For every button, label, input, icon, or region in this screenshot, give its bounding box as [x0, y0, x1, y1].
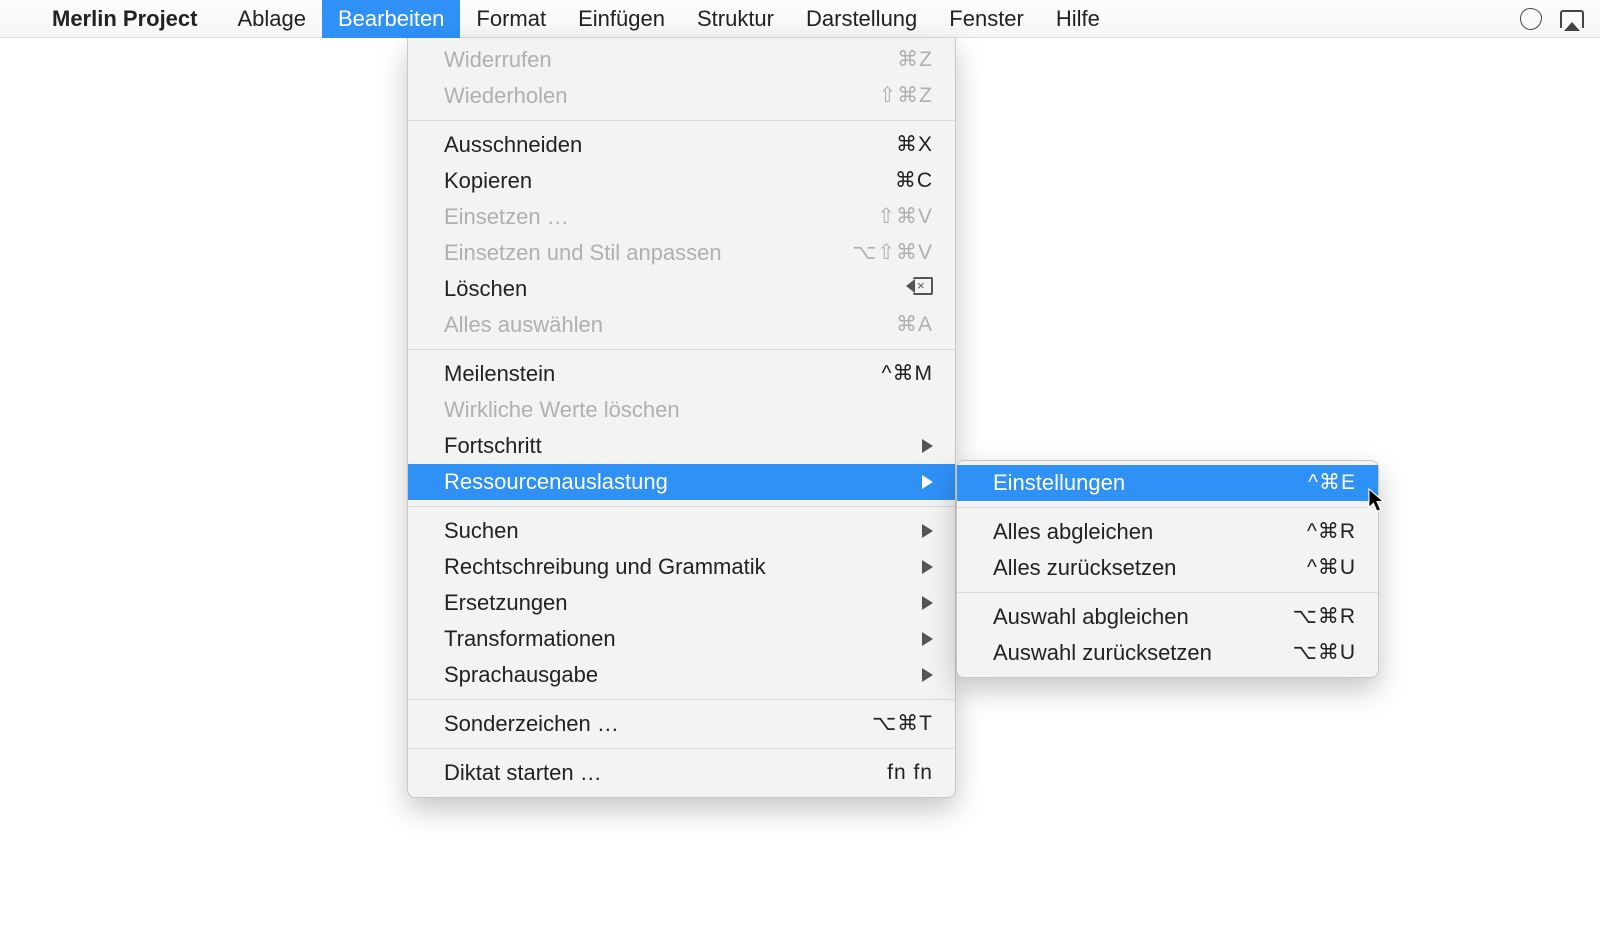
menu-item-label: Alles abgleichen [993, 517, 1238, 547]
menu-item-shortcut: × [839, 274, 933, 304]
menu-item-shortcut: ^⌘U [1262, 553, 1356, 583]
menu-item-label: Ressourcenauslastung [444, 467, 796, 497]
menu-separator [957, 592, 1378, 593]
app-name[interactable]: Merlin Project [52, 6, 197, 32]
menu-item-label: Löschen [444, 274, 815, 304]
menu-item-label: Einstellungen [993, 468, 1238, 498]
edit-menu-item-widerrufen: Widerrufen ⌘Z [408, 42, 955, 78]
menu-item-label: Meilenstein [444, 359, 815, 389]
menubar-item-ablage[interactable]: Ablage [221, 0, 322, 38]
edit-menu-item-ersetzungen[interactable]: Ersetzungen [408, 585, 955, 621]
menu-item-label: Kopieren [444, 166, 815, 196]
edit-menu-item-diktat-starten[interactable]: Diktat starten … fn fn [408, 755, 955, 791]
menu-item-label: Widerrufen [444, 45, 815, 75]
chevron-right-icon [922, 475, 933, 489]
ressourcenauslastung-submenu: Einstellungen^⌘EAlles abgleichen^⌘RAlles… [956, 460, 1379, 678]
airplay-icon[interactable] [1560, 10, 1584, 28]
menu-separator [408, 699, 955, 700]
edit-menu-item-kopieren[interactable]: Kopieren ⌘C [408, 163, 955, 199]
menu-item-shortcut: ⌘X [839, 130, 933, 160]
menubar-item-bearbeiten[interactable]: Bearbeiten [322, 0, 460, 38]
edit-menu-item-ausschneiden[interactable]: Ausschneiden ⌘X [408, 127, 955, 163]
menu-item-label: Rechtschreibung und Grammatik [444, 552, 796, 582]
menu-item-shortcut: ^⌘M [839, 359, 933, 389]
menu-item-label: Ausschneiden [444, 130, 815, 160]
menu-item-label: Alles auswählen [444, 310, 815, 340]
menu-item-shortcut: ⌘Z [839, 45, 933, 75]
menu-item-shortcut: ⌘A [839, 310, 933, 340]
ressourcen-submenu-item-auswahl-zur-cksetzen[interactable]: Auswahl zurücksetzen ⌥⌘U [957, 635, 1378, 671]
edit-menu-item-alles-ausw-hlen: Alles auswählen ⌘A [408, 307, 955, 343]
ressourcen-submenu-item-einstellungen[interactable]: Einstellungen ^⌘E [957, 465, 1378, 501]
menu-item-label: Suchen [444, 516, 796, 546]
backspace-icon: × [907, 277, 933, 295]
menu-item-label: Fortschritt [444, 431, 796, 461]
edit-menu-item-l-schen[interactable]: Löschen × [408, 271, 955, 307]
menu-item-shortcut: ^⌘R [1262, 517, 1356, 547]
menubar-item-format[interactable]: Format [460, 0, 562, 38]
menu-separator [957, 507, 1378, 508]
menu-item-shortcut: ^⌘E [1262, 468, 1356, 498]
menu-item-label: Einsetzen und Stil anpassen [444, 238, 815, 268]
edit-menu-item-meilenstein[interactable]: Meilenstein ^⌘M [408, 356, 955, 392]
chevron-right-icon [922, 668, 933, 682]
menubar: Merlin Project AblageBearbeitenFormatEin… [0, 0, 1600, 38]
menu-item-label: Diktat starten … [444, 758, 815, 788]
ressourcen-submenu-item-alles-abgleichen[interactable]: Alles abgleichen ^⌘R [957, 514, 1378, 550]
menu-item-label: Auswahl abgleichen [993, 602, 1238, 632]
menu-item-label: Transformationen [444, 624, 796, 654]
edit-menu-item-transformationen[interactable]: Transformationen [408, 621, 955, 657]
menu-item-shortcut: ⇧⌘Z [839, 81, 933, 111]
cursor-icon [1368, 488, 1386, 513]
menubar-item-struktur[interactable]: Struktur [681, 0, 790, 38]
edit-menu-item-wirkliche-werte-l-schen: Wirkliche Werte löschen [408, 392, 955, 428]
ressourcen-submenu-item-alles-zur-cksetzen[interactable]: Alles zurücksetzen ^⌘U [957, 550, 1378, 586]
menu-item-shortcut: ⌥⌘U [1262, 638, 1356, 668]
edit-menu-item-suchen[interactable]: Suchen [408, 513, 955, 549]
edit-menu-item-wiederholen: Wiederholen ⇧⌘Z [408, 78, 955, 114]
menu-item-label: Ersetzungen [444, 588, 796, 618]
menu-separator [408, 349, 955, 350]
menu-item-label: Sonderzeichen … [444, 709, 815, 739]
menubar-item-darstellung[interactable]: Darstellung [790, 0, 933, 38]
menubar-item-einfügen[interactable]: Einfügen [562, 0, 681, 38]
menu-item-shortcut: fn fn [839, 758, 933, 788]
menu-item-label: Einsetzen … [444, 202, 815, 232]
menubar-left: Merlin Project AblageBearbeitenFormatEin… [18, 0, 1116, 38]
edit-menu-item-ressourcenauslastung[interactable]: Ressourcenauslastung [408, 464, 955, 500]
edit-menu-dropdown: Widerrufen ⌘Z Wiederholen ⇧⌘Z Ausschneiden ⌘X… [407, 38, 956, 798]
edit-menu-item-sprachausgabe[interactable]: Sprachausgabe [408, 657, 955, 693]
chevron-right-icon [922, 632, 933, 646]
menubar-item-fenster[interactable]: Fenster [933, 0, 1040, 38]
menu-item-label: Alles zurücksetzen [993, 553, 1238, 583]
edit-menu-item-rechtschreibung-und-grammatik[interactable]: Rechtschreibung und Grammatik [408, 549, 955, 585]
menubar-status-right [1520, 8, 1594, 30]
ressourcen-submenu-item-auswahl-abgleichen[interactable]: Auswahl abgleichen ⌥⌘R [957, 599, 1378, 635]
edit-menu-item-einsetzen-und-stil-anpassen: Einsetzen und Stil anpassen ⌥⇧⌘V [408, 235, 955, 271]
chevron-right-icon [922, 560, 933, 574]
chevron-right-icon [922, 439, 933, 453]
menubar-item-hilfe[interactable]: Hilfe [1040, 0, 1116, 38]
menu-item-label: Wiederholen [444, 81, 815, 111]
menu-item-label: Wirkliche Werte löschen [444, 395, 933, 425]
edit-menu-item-fortschritt[interactable]: Fortschritt [408, 428, 955, 464]
status-blob-icon[interactable] [1520, 8, 1542, 30]
chevron-right-icon [922, 524, 933, 538]
edit-menu-item-sonderzeichen[interactable]: Sonderzeichen … ⌥⌘T [408, 706, 955, 742]
menu-item-label: Auswahl zurücksetzen [993, 638, 1238, 668]
chevron-right-icon [922, 596, 933, 610]
menu-separator [408, 748, 955, 749]
menu-item-shortcut: ⌥⌘R [1262, 602, 1356, 632]
menu-item-label: Sprachausgabe [444, 660, 796, 690]
menu-item-shortcut: ⇧⌘V [839, 202, 933, 232]
menu-item-shortcut: ⌥⌘T [839, 709, 933, 739]
edit-menu-item-einsetzen: Einsetzen … ⇧⌘V [408, 199, 955, 235]
menu-item-shortcut: ⌘C [839, 166, 933, 196]
menubar-items: AblageBearbeitenFormatEinfügenStrukturDa… [221, 0, 1115, 38]
menu-item-shortcut: ⌥⇧⌘V [839, 238, 933, 268]
menu-separator [408, 506, 955, 507]
menu-separator [408, 120, 955, 121]
